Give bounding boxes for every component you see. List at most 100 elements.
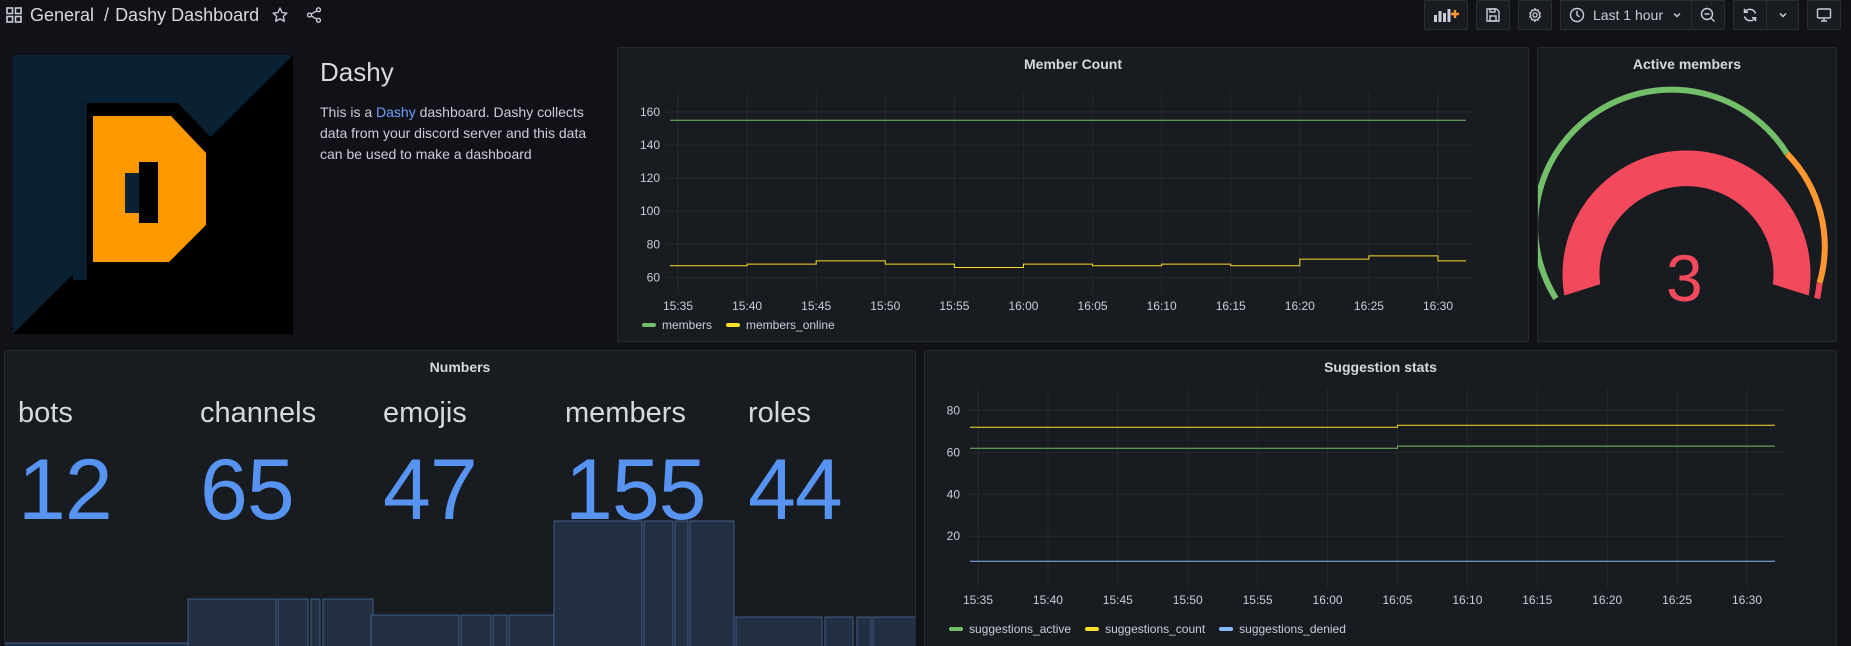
x-tick-label: 16:20 (1285, 299, 1315, 313)
sparkline-bar (824, 616, 854, 646)
zoom-out-icon (1700, 7, 1715, 22)
text-panel: Dashy This is a Dashy dashboard. Dashy c… (0, 40, 612, 342)
sparkline-bar (689, 520, 735, 646)
stat-value: 47 (383, 442, 478, 538)
x-tick-label: 15:40 (1033, 593, 1063, 607)
y-tick-label: 140 (640, 138, 660, 152)
time-range-picker[interactable]: Last 1 hour (1559, 0, 1692, 30)
x-tick-label: 16:15 (1522, 593, 1552, 607)
y-tick-label: 80 (647, 237, 661, 251)
x-tick-label: 16:00 (1313, 593, 1343, 607)
sparkline-bar (856, 616, 872, 646)
legend-label: suggestions_count (1105, 622, 1206, 636)
x-tick-label: 16:25 (1662, 593, 1692, 607)
refresh-button[interactable] (1733, 0, 1767, 30)
breadcrumb-folder[interactable]: General (30, 5, 94, 26)
stat-label: members (565, 397, 686, 429)
x-tick-label: 15:35 (963, 593, 993, 607)
legend-label: members_online (746, 318, 835, 332)
gear-icon (1529, 7, 1541, 22)
gauge-threshold-red (1814, 282, 1823, 300)
y-tick-label: 60 (647, 270, 661, 284)
dashy-link[interactable]: Dashy (376, 104, 416, 120)
x-tick-label: 16:15 (1216, 299, 1246, 313)
legend-item[interactable]: suggestions_count (1085, 622, 1205, 636)
breadcrumb-separator: / (104, 4, 110, 25)
star-icon[interactable] (267, 2, 293, 28)
text-panel-heading: Dashy (320, 57, 394, 87)
clock-icon (1569, 7, 1585, 23)
legend-swatch (1085, 627, 1100, 631)
member-count-chart: 60 80 100 120 140 160 15:35 15:40 15:45 15:50 15:5… (640, 92, 1474, 313)
dashboard-settings-button[interactable] (1517, 0, 1552, 30)
sparkline-bar (553, 520, 643, 646)
x-tick-label: 15:35 (663, 299, 693, 313)
sparkline-bar (508, 614, 555, 646)
x-tick-label: 15:55 (1243, 593, 1273, 607)
numbers-panel: Numbers bots 12 channels 65 emojis 47 me… (4, 350, 916, 646)
stat-label: bots (18, 397, 73, 429)
sparkline-bar (322, 598, 374, 646)
legend-swatch (1219, 627, 1234, 631)
refresh-group (1733, 0, 1799, 30)
y-tick-label: 120 (640, 171, 660, 185)
stat-label: emojis (383, 397, 467, 429)
dashboard-title[interactable]: Dashy Dashboard (115, 5, 259, 26)
legend-item[interactable]: suggestions_denied (1219, 622, 1346, 636)
legend-item[interactable]: suggestions_active (949, 622, 1071, 636)
sparkline-bar (460, 614, 492, 646)
dashy-logo (13, 55, 293, 334)
suggestion-stats-panel: Suggestion stats 20 40 60 80 15:35 15:40 15:45… (924, 350, 1837, 646)
gauge-value: 3 (1666, 241, 1703, 315)
sparkline-bar (187, 598, 277, 646)
dashboards-grid-icon[interactable] (6, 7, 22, 23)
sparkline-bar (277, 598, 309, 646)
zoom-out-button[interactable] (1692, 0, 1725, 30)
x-tick-label: 15:50 (1173, 593, 1203, 607)
x-tick-label: 16:30 (1423, 299, 1453, 313)
active-members-panel: Active members 3 (1537, 47, 1837, 342)
refresh-interval-dropdown[interactable] (1767, 0, 1799, 30)
series-line-members_online (670, 255, 1466, 268)
legend-label: suggestions_denied (1239, 622, 1346, 636)
save-icon (1486, 8, 1500, 22)
dashboard-navbar: General / Dashy Dashboard Last 1 hour (0, 0, 1851, 32)
x-tick-label: 16:30 (1732, 593, 1762, 607)
y-tick-label: 160 (640, 105, 660, 119)
stat-value: 65 (200, 442, 295, 538)
chevron-down-icon (1778, 12, 1787, 18)
sparkline-bar (492, 614, 508, 646)
y-tick-label: 100 (640, 204, 660, 218)
y-tick-label: 80 (947, 404, 961, 418)
text-panel-description: This is a Dashy dashboard. Dashy collect… (320, 102, 602, 165)
refresh-icon (1743, 8, 1757, 22)
x-tick-label: 15:40 (732, 299, 762, 313)
x-tick-label: 15:45 (1103, 593, 1133, 607)
x-tick-label: 16:05 (1078, 299, 1108, 313)
y-tick-label: 40 (947, 487, 961, 501)
member-count-panel: Member Count 60 80 100 120 140 160 15:35 15:40 1… (617, 47, 1529, 342)
x-tick-label: 16:05 (1382, 593, 1412, 607)
monitor-icon (1816, 8, 1832, 22)
add-panel-icon (1433, 9, 1459, 22)
sparkline-bar (370, 614, 460, 646)
time-range-label: Last 1 hour (1592, 7, 1663, 23)
legend-item[interactable]: members_online (726, 318, 835, 332)
time-picker-group: Last 1 hour (1559, 0, 1725, 30)
share-icon[interactable] (301, 2, 327, 28)
description-prefix: This is a (320, 104, 377, 120)
dashboard-toolbar: Last 1 hour (1423, 0, 1851, 30)
kiosk-mode-button[interactable] (1807, 0, 1841, 30)
stat-value: 155 (565, 442, 706, 538)
save-dashboard-button[interactable] (1475, 0, 1510, 30)
add-panel-button[interactable] (1423, 0, 1468, 30)
x-tick-label: 16:25 (1354, 299, 1384, 313)
series-line-suggestions_active (970, 445, 1775, 449)
series-line-suggestions_count (970, 424, 1775, 428)
legend-item[interactable]: members (642, 318, 712, 332)
x-tick-label: 15:55 (939, 299, 969, 313)
y-tick-label: 60 (947, 445, 961, 459)
y-tick-label: 20 (947, 529, 961, 543)
x-tick-label: 16:20 (1592, 593, 1622, 607)
legend-swatch (642, 323, 656, 327)
